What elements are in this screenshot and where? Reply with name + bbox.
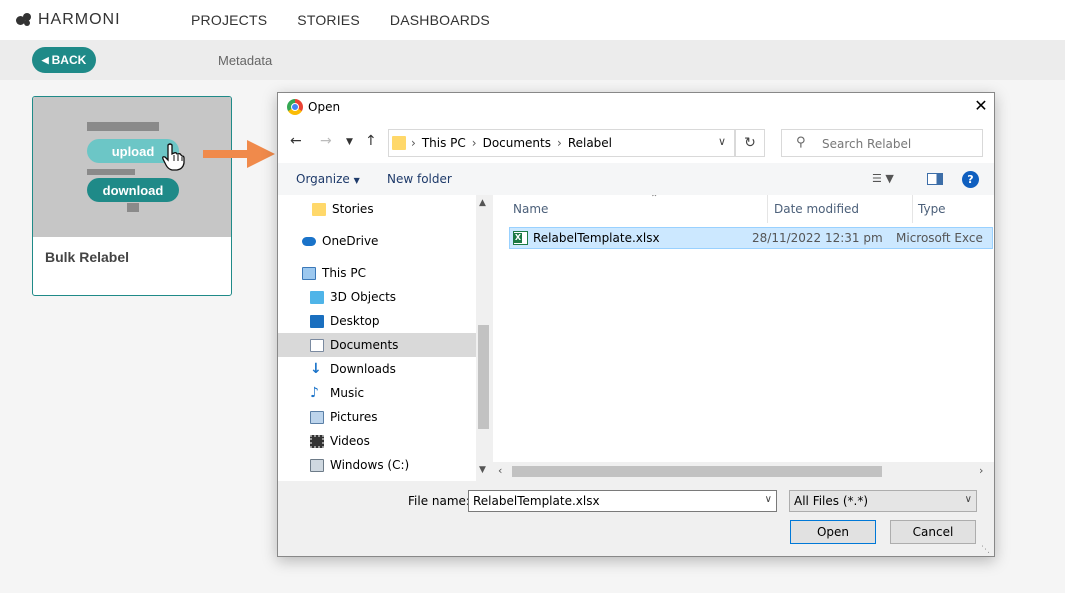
back-arrow-icon[interactable]: ← xyxy=(290,133,302,149)
music-icon: ♪ xyxy=(310,384,319,401)
cube-icon xyxy=(310,290,324,304)
page-title: Metadata xyxy=(218,53,273,68)
breadcrumb-documents[interactable]: Documents xyxy=(483,136,551,150)
column-header-name[interactable]: Name ⌃ xyxy=(508,195,768,223)
refresh-button[interactable]: ↻ xyxy=(735,129,765,157)
download-icon: ↓ xyxy=(310,360,322,377)
back-button[interactable]: ◀ BACK xyxy=(32,47,96,73)
folder-icon xyxy=(312,202,326,216)
card-illustration: upload download xyxy=(33,97,231,237)
nav-item-this-pc[interactable]: This PC xyxy=(278,261,476,285)
nav-item-windows-c[interactable]: Windows (C:) xyxy=(278,453,476,477)
excel-icon xyxy=(513,231,528,245)
view-options-icon[interactable]: ☰ ▼ xyxy=(872,172,894,185)
document-icon xyxy=(310,338,324,352)
file-name-value: RelabelTemplate.xlsx xyxy=(473,494,600,508)
arrow-right-icon xyxy=(203,140,275,168)
bulk-relabel-card[interactable]: upload download Bulk Relabel xyxy=(32,96,232,296)
sub-bar: ◀ BACK Metadata xyxy=(0,40,1065,80)
dialog-toolbar: Organize ▼ New folder ☰ ▼ ? xyxy=(278,163,994,195)
resize-grip-icon[interactable]: ⋱ xyxy=(981,545,990,555)
breadcrumb-relabel[interactable]: Relabel xyxy=(568,136,612,150)
open-file-dialog: Open ✕ ← → ▼ ↑ › This PC › Documents › R… xyxy=(277,92,995,557)
hscrollbar-thumb[interactable] xyxy=(512,466,882,477)
file-name: RelabelTemplate.xlsx xyxy=(533,231,660,245)
up-arrow-icon[interactable]: ↑ xyxy=(365,133,377,149)
back-button-label: BACK xyxy=(51,53,87,67)
address-bar[interactable]: › This PC › Documents › Relabel ∨ xyxy=(388,129,735,157)
chrome-icon xyxy=(287,99,303,115)
scroll-right-icon[interactable]: › xyxy=(979,464,983,477)
scroll-up-icon[interactable]: ▲ xyxy=(479,198,486,208)
help-icon[interactable]: ? xyxy=(962,171,979,188)
chevron-down-icon[interactable]: ∨ xyxy=(718,135,726,148)
chevron-down-icon[interactable]: ∨ xyxy=(765,494,772,505)
file-date: 28/11/2022 12:31 pm xyxy=(752,231,883,245)
nav-item-music[interactable]: ♪ Music xyxy=(278,381,476,405)
file-list: Name ⌃ Date modified Type RelabelTemplat… xyxy=(493,195,994,481)
dialog-title: Open xyxy=(308,100,341,114)
main-nav: PROJECTS STORIES DASHBOARDS xyxy=(191,12,490,28)
logo-mark-icon xyxy=(16,12,34,28)
forward-arrow-icon[interactable]: → xyxy=(320,133,332,149)
close-button[interactable]: ✕ xyxy=(971,96,991,116)
folder-icon xyxy=(392,136,406,150)
cloud-icon xyxy=(302,236,316,246)
desktop-icon xyxy=(310,314,324,328)
nav-stories[interactable]: STORIES xyxy=(297,12,360,28)
card-title: Bulk Relabel xyxy=(45,249,130,265)
search-placeholder: Search Relabel xyxy=(822,137,912,151)
nav-item-pictures[interactable]: Pictures xyxy=(278,405,476,429)
preview-pane-icon[interactable] xyxy=(927,173,943,185)
open-button[interactable]: Open xyxy=(790,520,876,544)
nav-item-3d-objects[interactable]: 3D Objects xyxy=(278,285,476,309)
breadcrumb: › This PC › Documents › Relabel xyxy=(411,136,613,150)
video-icon xyxy=(310,434,324,448)
scroll-down-icon[interactable]: ▼ xyxy=(479,465,486,475)
chevron-down-icon[interactable]: ∨ xyxy=(965,494,972,505)
file-list-hscrollbar[interactable]: ‹ › xyxy=(493,462,994,481)
top-bar: HARMONI PROJECTS STORIES DASHBOARDS xyxy=(0,0,1065,40)
scroll-left-icon[interactable]: ‹ xyxy=(498,464,502,477)
column-header-date[interactable]: Date modified xyxy=(769,195,913,223)
hand-pointer-icon xyxy=(162,143,185,171)
nav-item-desktop[interactable]: Desktop xyxy=(278,309,476,333)
sort-ascending-icon: ⌃ xyxy=(650,195,659,204)
nav-item-stories[interactable]: Stories xyxy=(278,197,476,221)
address-row: ← → ▼ ↑ › This PC › Documents › Relabel … xyxy=(278,121,994,163)
nav-item-videos[interactable]: Videos xyxy=(278,429,476,453)
nav-item-documents[interactable]: Documents xyxy=(278,333,476,357)
search-icon: ⚲ xyxy=(796,135,806,150)
search-input[interactable]: ⚲ Search Relabel xyxy=(781,129,983,157)
file-name-input[interactable]: RelabelTemplate.xlsx ∨ xyxy=(468,490,777,512)
file-type-select[interactable]: All Files (*.*) ∨ xyxy=(789,490,977,512)
chevron-left-icon: ◀ xyxy=(41,54,49,65)
file-row[interactable]: RelabelTemplate.xlsx 28/11/2022 12:31 pm… xyxy=(509,227,993,249)
breadcrumb-this-pc[interactable]: This PC xyxy=(422,136,466,150)
recent-locations-icon[interactable]: ▼ xyxy=(346,137,353,147)
nav-dashboards[interactable]: DASHBOARDS xyxy=(390,12,490,28)
file-type-value: All Files (*.*) xyxy=(794,494,869,508)
logo[interactable]: HARMONI xyxy=(16,11,121,29)
file-type: Microsoft Exce xyxy=(896,231,983,245)
download-pill: download xyxy=(87,178,179,202)
computer-icon xyxy=(302,266,316,280)
organize-button[interactable]: Organize ▼ xyxy=(296,172,360,186)
new-folder-button[interactable]: New folder xyxy=(387,172,452,186)
logo-text: HARMONI xyxy=(38,11,121,28)
column-header-type[interactable]: Type xyxy=(913,195,994,223)
dialog-title-bar: Open ✕ xyxy=(278,93,994,121)
drive-icon xyxy=(310,458,324,472)
nav-scrollbar[interactable]: ▲ ▼ xyxy=(476,195,491,481)
file-name-label: File name: xyxy=(408,494,470,508)
cancel-button[interactable]: Cancel xyxy=(890,520,976,544)
nav-projects[interactable]: PROJECTS xyxy=(191,12,267,28)
navigation-pane: Stories OneDrive This PC 3D Objects Desk… xyxy=(278,195,491,481)
nav-item-downloads[interactable]: ↓ Downloads xyxy=(278,357,476,381)
scrollbar-thumb[interactable] xyxy=(478,325,489,429)
picture-icon xyxy=(310,410,324,424)
nav-item-onedrive[interactable]: OneDrive xyxy=(278,229,476,253)
